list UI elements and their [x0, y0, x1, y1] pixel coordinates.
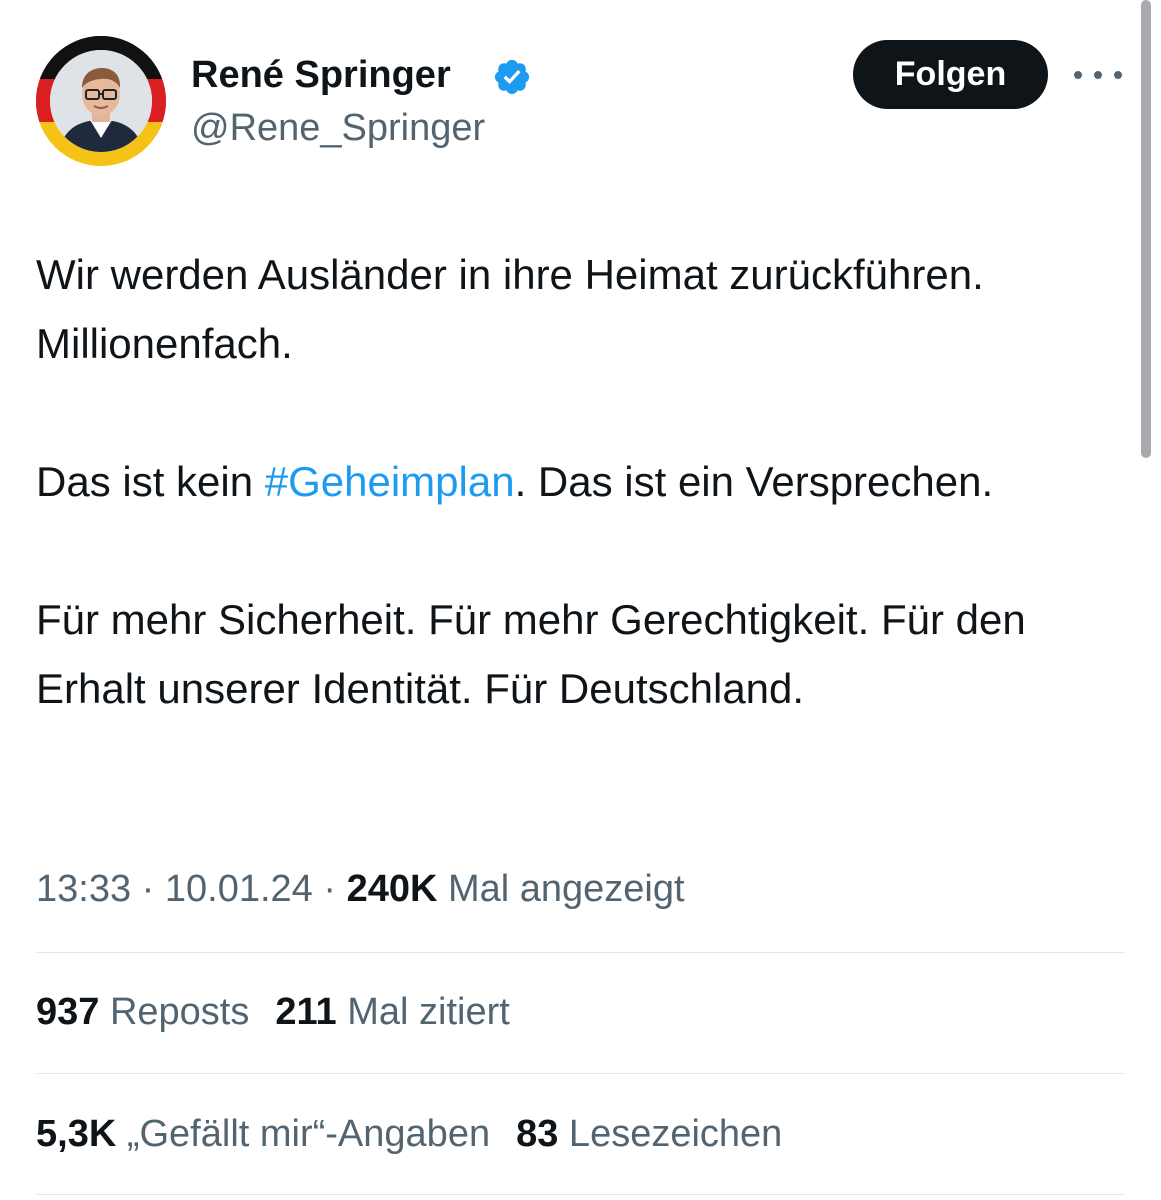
verified-badge-icon[interactable] — [492, 57, 532, 97]
author-name[interactable]: René Springer — [191, 52, 451, 98]
more-horizontal-icon[interactable] — [1074, 60, 1122, 90]
tweet-text-segment: Das ist kein — [36, 458, 265, 505]
views-count: 240K — [346, 868, 438, 910]
divider — [36, 1073, 1125, 1074]
meta-separator: · — [131, 868, 165, 910]
quotes-count: 211 — [275, 991, 337, 1033]
bookmarks-count: 83 — [516, 1113, 559, 1155]
stats-row-reposts: 937 Reposts 211 Mal zitiert — [36, 989, 510, 1035]
scrollbar[interactable] — [1141, 0, 1151, 458]
avatar-photo — [50, 50, 152, 152]
likes-label: „Gefällt mir“-Angaben — [116, 1113, 491, 1155]
tweet-text-segment: . Das ist ein Versprechen. — [514, 458, 994, 505]
tweet-meta: 13:33 · 10.01.24 · 240K Mal angezeigt — [36, 866, 685, 912]
reposts-count: 937 — [36, 991, 100, 1033]
more-dot — [1074, 71, 1082, 79]
avatar[interactable] — [36, 36, 166, 166]
tweet-paragraph-3: Für mehr Sicherheit. Für mehr Gerechtigk… — [36, 596, 1026, 712]
more-dot — [1094, 71, 1102, 79]
follow-button[interactable]: Folgen — [853, 40, 1048, 109]
avatar-portrait-icon — [50, 50, 152, 152]
reposts-label: Reposts — [99, 991, 250, 1033]
author-handle[interactable]: @Rene_Springer — [191, 105, 485, 151]
tweet-paragraph-1: Wir werden Ausländer in ihre Heimat zurü… — [36, 251, 984, 367]
tweet-text: Wir werden Ausländer in ihre Heimat zurü… — [36, 240, 1126, 792]
meta-separator: · — [312, 868, 347, 910]
bookmarks-label: Lesezeichen — [558, 1113, 783, 1155]
tweet-paragraph-2: Das ist kein #Geheimplan. Das ist ein Ve… — [36, 447, 1126, 516]
stats-row-likes: 5,3K „Gefällt mir“-Angaben 83 Lesezeichen — [36, 1111, 782, 1157]
reposts-link[interactable]: 937 Reposts — [36, 991, 249, 1033]
quotes-label: Mal zitiert — [336, 991, 510, 1033]
tweet-date[interactable]: 10.01.24 — [165, 868, 313, 910]
tweet-time[interactable]: 13:33 — [36, 868, 131, 910]
divider — [36, 952, 1125, 953]
more-dot — [1114, 71, 1122, 79]
divider — [36, 1194, 1125, 1195]
quotes-link[interactable]: 211 Mal zitiert — [275, 991, 509, 1033]
likes-count: 5,3K — [36, 1113, 117, 1155]
hashtag-link[interactable]: #Geheimplan — [265, 458, 515, 505]
views-label: Mal angezeigt — [437, 868, 685, 910]
bookmarks-link[interactable]: 83 Lesezeichen — [516, 1113, 782, 1155]
likes-link[interactable]: 5,3K „Gefällt mir“-Angaben — [36, 1113, 490, 1155]
